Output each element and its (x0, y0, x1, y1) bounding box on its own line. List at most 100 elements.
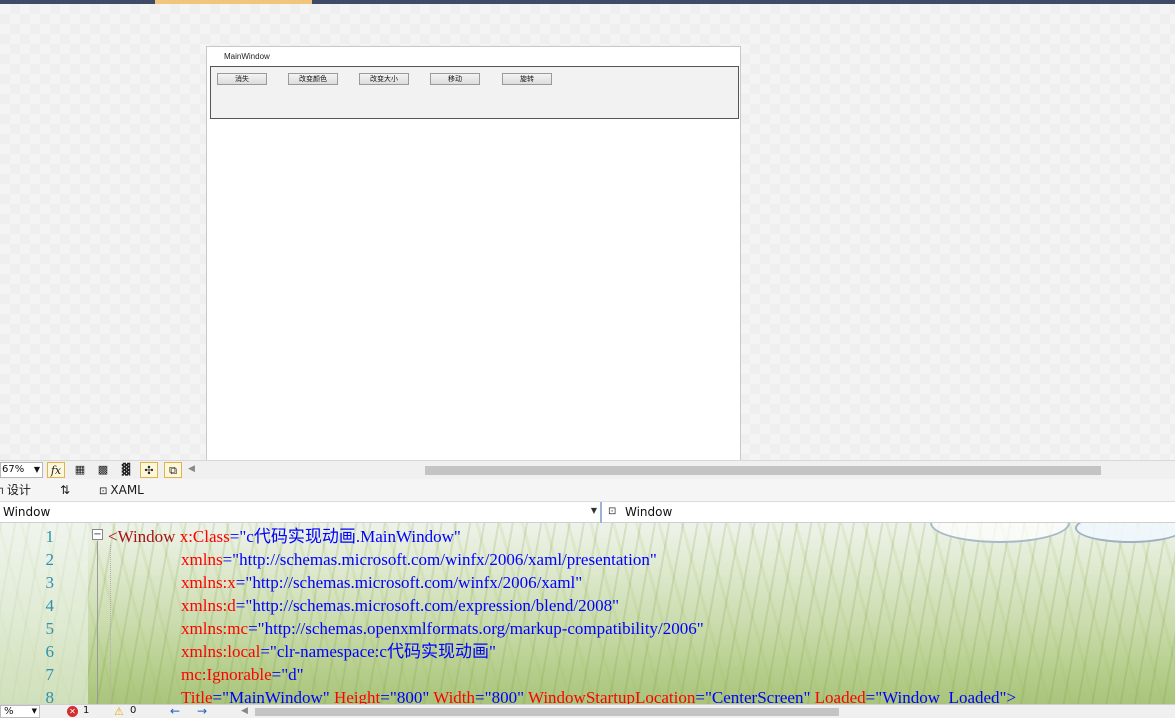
code-value: "d" (281, 665, 304, 684)
code-line-7: mc:Ignorable="d" (181, 663, 304, 686)
button-panel[interactable]: 消失 改变颜色 改变大小 移动 旋转 (210, 66, 739, 119)
xaml-icon: ⊡ (99, 486, 108, 497)
rotate-button[interactable]: 旋转 (502, 73, 552, 85)
checker-icon[interactable]: ▓ (117, 462, 135, 478)
code-line-8: Title="MainWindow" Height="800" Width="8… (181, 686, 1016, 704)
code-attr: xmlns:x (181, 573, 236, 592)
fold-guide (97, 541, 98, 704)
code-eq: = (260, 642, 270, 661)
artboard-icon[interactable]: ⧉ (164, 462, 182, 478)
code-value: "c代码实现动画.MainWindow" (239, 527, 461, 546)
line-number: 7 (45, 665, 55, 684)
code-line-1: <Window x:Class="c代码实现动画.MainWindow" (108, 525, 461, 548)
indent-guide (110, 545, 111, 704)
error-icon[interactable]: ✕ (67, 706, 78, 717)
chevron-down-icon: ▼ (31, 707, 37, 715)
snap-grid-icon[interactable]: ▩ (94, 462, 112, 478)
window-element-icon: ⊡ (608, 506, 617, 517)
change-color-button[interactable]: 改变颜色 (288, 73, 338, 85)
tab-design-label: 设计 (6, 483, 31, 497)
error-count[interactable]: 1 (83, 705, 89, 716)
designer-horizontal-scrollbar[interactable] (425, 466, 1101, 475)
line-number-gutter: 1 2 3 4 5 6 7 8 (0, 523, 88, 704)
xaml-code-editor[interactable]: 1 2 3 4 5 6 7 8 − <Window x:Class="c代码实现… (0, 523, 1175, 704)
code-value: "800" (389, 688, 430, 704)
line-number: 3 (45, 573, 55, 592)
chevron-down-icon: ▼ (590, 506, 597, 515)
type-selector-value: Window (3, 505, 51, 519)
member-selector-value[interactable]: Window (625, 505, 672, 519)
code-eq: = (222, 550, 233, 569)
editor-zoom-value: % (4, 706, 14, 717)
code-line-4: xmlns:d="http://schemas.microsoft.com/ex… (181, 594, 619, 617)
code-attr: xmlns:local (181, 642, 261, 661)
navigation-bar: Window ▼ ⊡ Window (0, 502, 1175, 523)
code-attr: Loaded (814, 688, 866, 704)
designer-toolbar: 67% ▼ fx ▦ ▩ ▓ ✣ ⧉ ◀ (0, 460, 1175, 479)
swap-panes-button[interactable]: ⇅ (60, 482, 70, 498)
code-eq: = (235, 573, 246, 592)
code-attr: Title (181, 688, 213, 704)
code-value: "800" (484, 688, 525, 704)
swap-icon: ⇅ (60, 483, 71, 497)
code-line-2: xmlns="http://schemas.microsoft.com/winf… (181, 548, 657, 571)
code-value: "MainWindow" (222, 688, 330, 704)
code-attr: Height (334, 688, 381, 704)
code-value: "http://schemas.microsoft.com/expression… (245, 596, 620, 615)
change-size-button[interactable]: 改变大小 (359, 73, 409, 85)
line-number: 5 (45, 619, 55, 638)
code-eq: = (229, 527, 240, 546)
code-value: "http://schemas.microsoft.com/winfx/2006… (232, 550, 657, 569)
warning-icon[interactable]: ⚠ (114, 705, 124, 718)
code-value: "http://schemas.microsoft.com/winfx/2006… (245, 573, 583, 592)
line-number: 4 (45, 596, 55, 615)
collapse-region-icon[interactable]: − (92, 529, 103, 540)
fx-icon[interactable]: fx (47, 462, 65, 478)
grid-icon[interactable]: ▦ (71, 462, 89, 478)
code-attr: xmlns (181, 550, 223, 569)
editor-horizontal-scrollbar[interactable] (255, 708, 839, 716)
code-eq: = (235, 596, 246, 615)
design-icon: ⊓ (0, 486, 4, 497)
tab-xaml[interactable]: ⊡ XAML (99, 482, 144, 500)
scroll-left-arrow-icon[interactable]: ◀ (241, 706, 248, 716)
code-attr: xmlns:d (181, 596, 236, 615)
code-line-6: xmlns:local="clr-namespace:c代码实现动画" (181, 640, 496, 663)
code-attr: WindowStartupLocation (527, 688, 696, 704)
tab-xaml-label: XAML (110, 483, 144, 497)
snap-lines-icon[interactable]: ✣ (140, 462, 158, 478)
scroll-left-arrow-icon[interactable]: ◀ (188, 464, 195, 474)
window-preview-titlebar: MainWindow (207, 47, 740, 65)
window-preview-title: MainWindow (224, 52, 270, 61)
move-button[interactable]: 移动 (430, 73, 480, 85)
zoom-dropdown[interactable]: 67% ▼ (0, 462, 43, 478)
code-value: "CenterScreen" (704, 688, 811, 704)
design-surface[interactable]: MainWindow 消失 改变颜色 改变大小 移动 旋转 (0, 4, 1175, 460)
code-attr: mc:Ignorable (181, 665, 272, 684)
navigate-forward-icon[interactable]: → (197, 704, 207, 718)
code-attr: xmlns:mc (181, 619, 249, 638)
code-eq: = (271, 665, 282, 684)
disappear-button[interactable]: 消失 (217, 73, 267, 85)
view-tabstrip: ⊓设计 ⇅ ⊡XAML (0, 479, 1175, 502)
window-preview[interactable]: MainWindow 消失 改变颜色 改变大小 移动 旋转 (206, 46, 741, 460)
code-line-5: xmlns:mc="http://schemas.openxmlformats.… (181, 617, 704, 640)
editor-status-bar: % ▼ ✕ 1 ⚠ 0 ← → ◀ (0, 704, 1175, 718)
code-value: "clr-namespace:c代码实现动画" (269, 642, 496, 661)
warning-count[interactable]: 0 (130, 705, 136, 716)
code-attr: x:Class (179, 527, 230, 546)
code-tag: <Window (108, 527, 176, 546)
line-number: 2 (45, 550, 55, 569)
line-number: 1 (45, 527, 55, 546)
editor-zoom-dropdown[interactable]: % ▼ (0, 705, 40, 718)
tab-design[interactable]: ⊓设计 (0, 482, 31, 500)
code-line-3: xmlns:x="http://schemas.microsoft.com/wi… (181, 571, 582, 594)
code-value: "Window_Loaded"> (875, 688, 1017, 704)
line-number: 6 (45, 642, 55, 661)
navigate-back-icon[interactable]: ← (170, 704, 180, 718)
code-eq: = (248, 619, 258, 638)
chevron-down-icon: ▼ (33, 465, 40, 474)
line-number: 8 (45, 688, 55, 704)
zoom-value: 67% (2, 464, 25, 475)
type-selector-dropdown[interactable]: Window ▼ (0, 502, 602, 523)
